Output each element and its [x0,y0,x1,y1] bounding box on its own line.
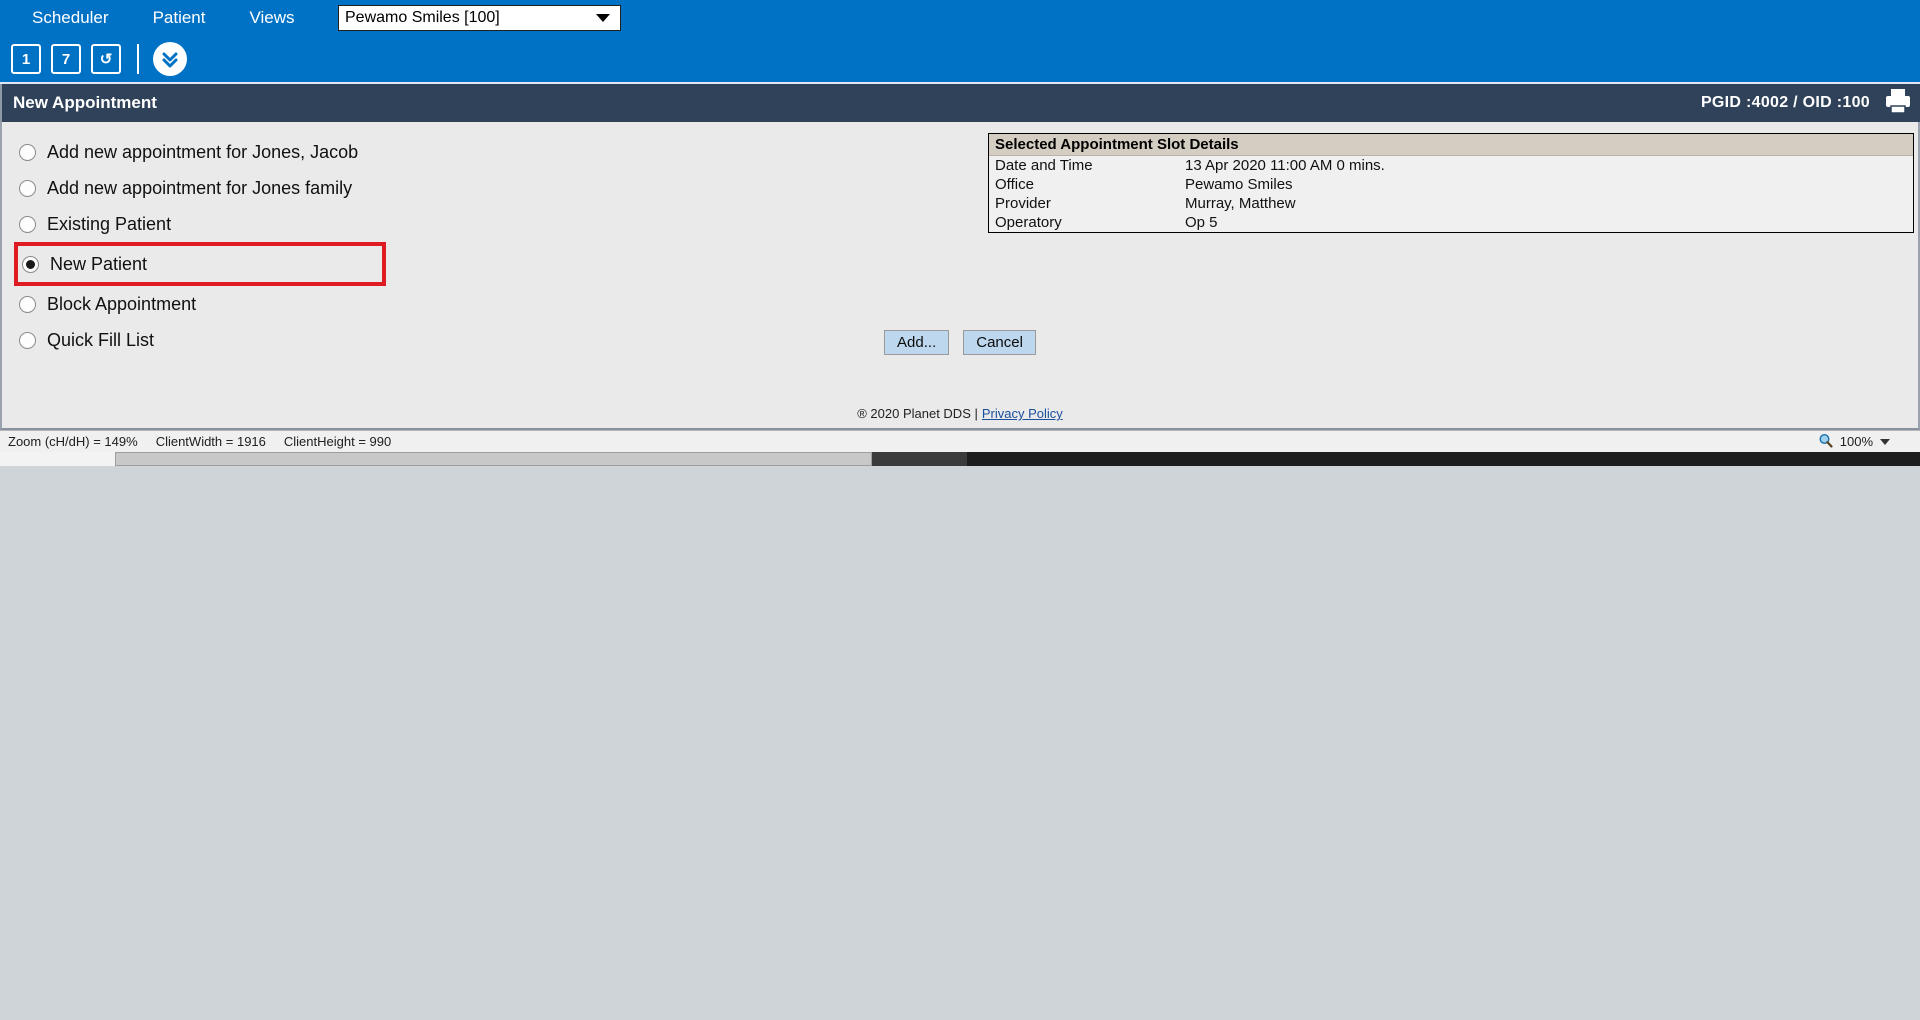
radio-existing-patient[interactable] [19,215,36,233]
week-view-button[interactable]: 7 [51,44,81,74]
double-chevron-down-icon[interactable] [153,42,187,76]
radio-add-new-appointment-family[interactable] [19,179,36,197]
option-label: Block Appointment [47,293,197,314]
copyright-text: ® 2020 Planet DDS | [857,406,978,421]
new-appointment-panel: Add new appointment for Jones, Jacob Add… [0,122,1920,402]
page-title: New Appointment [13,93,157,112]
appointment-type-options: Add new appointment for Jones, Jacob Add… [2,134,642,358]
client-height-text: ClientHeight = 990 [283,434,392,449]
selected-appointment-slot-details: Selected Appointment Slot Details Date a… [988,133,1914,233]
scrollbar-track-right[interactable] [967,452,1920,466]
slot-key: Office [995,176,1034,193]
status-left-group: Zoom (cH/dH) = 149% ClientWidth = 1916 C… [8,434,391,449]
radio-block-appointment[interactable] [19,295,36,313]
scrollbar-track-left[interactable] [0,452,115,466]
slot-details-title: Selected Appointment Slot Details [989,134,1913,156]
horizontal-scrollbar[interactable] [0,452,1920,466]
option-label: Add new appointment for Jones family [47,177,353,198]
table-row: Provider Murray, Matthew [989,194,1913,213]
option-block-appointment[interactable]: Block Appointment [14,286,642,322]
scrollbar-segment[interactable] [872,452,967,466]
printer-icon[interactable] [1882,87,1914,120]
slot-key: Date and Time [995,157,1093,174]
privacy-policy-link[interactable]: Privacy Policy [982,406,1063,421]
option-label: Add new appointment for Jones, Jacob [47,141,359,162]
option-label: New Patient [50,253,148,274]
slot-key: Provider [995,195,1051,212]
status-bar: Zoom (cH/dH) = 149% ClientWidth = 1916 C… [0,430,1920,452]
office-select-value: Pewamo Smiles [100] [345,9,500,26]
menu-item-patient[interactable]: Patient [131,0,228,36]
scrollbar-thumb[interactable] [115,452,872,466]
zoom-control[interactable]: 100% [1818,433,1914,451]
toolbar-divider [137,44,139,74]
office-select[interactable]: Pewamo Smiles [100] [338,5,621,31]
header-right-group: PGID :4002 / OID :100 [1701,87,1914,120]
footer: ® 2020 Planet DDS | Privacy Policy [0,402,1920,430]
refresh-button[interactable]: ↺ [91,44,121,74]
toolbar: 1 7 ↺ [0,36,1920,84]
option-add-new-appointment-family[interactable]: Add new appointment for Jones family [14,170,642,206]
slot-details-table: Date and Time 13 Apr 2020 11:00 AM 0 min… [989,156,1913,232]
slot-key: Operatory [995,214,1062,231]
option-existing-patient[interactable]: Existing Patient [14,206,642,242]
table-row: Office Pewamo Smiles [989,175,1913,194]
magnifier-icon [1818,433,1833,451]
radio-new-patient[interactable] [22,255,39,273]
zoom-level-label: 100% [1839,434,1873,449]
table-row: Date and Time 13 Apr 2020 11:00 AM 0 min… [989,156,1913,175]
zoom-info-text: Zoom (cH/dH) = 149% [8,434,138,449]
slot-value: Pewamo Smiles [1185,176,1293,193]
menu-bar: Scheduler Patient Views Pewamo Smiles [1… [0,0,1920,36]
chevron-down-icon[interactable] [1880,438,1890,445]
radio-add-new-appointment-patient[interactable] [19,143,36,161]
page-header: New Appointment PGID :4002 / OID :100 [0,84,1920,122]
table-row: Operatory Op 5 [989,213,1913,232]
action-buttons: Add... Cancel [2,330,1918,355]
slot-value: 13 Apr 2020 11:00 AM 0 mins. [1185,157,1385,174]
option-new-patient[interactable]: New Patient [14,242,386,286]
cancel-button[interactable]: Cancel [963,330,1036,355]
option-label: Existing Patient [47,213,172,234]
menu-item-views[interactable]: Views [228,0,317,36]
menu-item-scheduler[interactable]: Scheduler [10,0,131,36]
client-width-text: ClientWidth = 1916 [155,434,266,449]
chevron-down-icon[interactable] [590,6,616,30]
pgid-oid-label: PGID :4002 / OID :100 [1700,94,1870,111]
option-add-new-appointment-patient[interactable]: Add new appointment for Jones, Jacob [14,134,642,170]
slot-value: Op 5 [1185,214,1218,231]
slot-value: Murray, Matthew [1185,195,1296,212]
day-view-button[interactable]: 1 [11,44,41,74]
add-button[interactable]: Add... [884,330,950,355]
